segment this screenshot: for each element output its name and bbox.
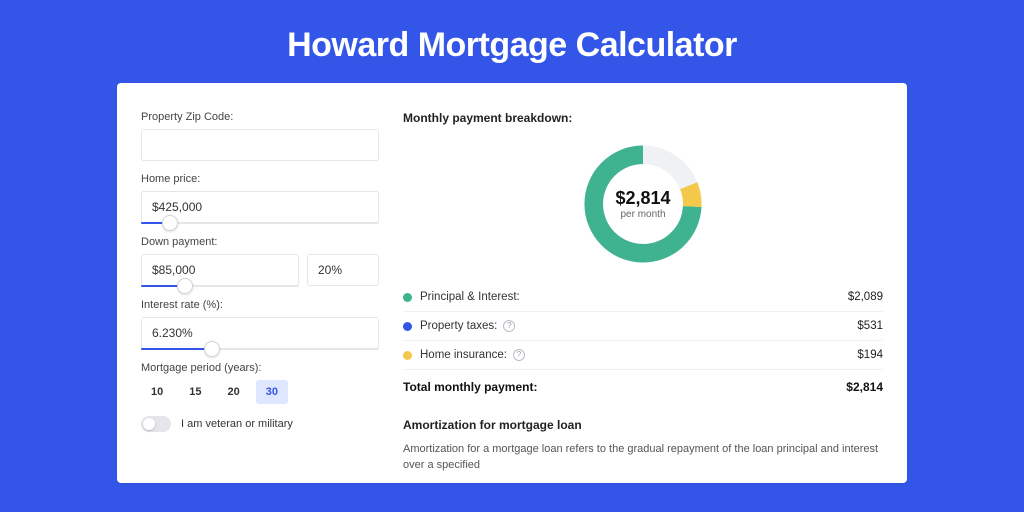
interest-slider[interactable] xyxy=(141,348,379,350)
breakdown-list: Principal & Interest: $2,089 Property ta… xyxy=(403,283,883,408)
page-header: Howard Mortgage Calculator xyxy=(0,0,1024,83)
veteran-toggle[interactable] xyxy=(141,416,171,432)
results-panel: Monthly payment breakdown: $2,814 per mo… xyxy=(403,111,883,483)
home-price-slider-thumb[interactable] xyxy=(163,216,177,230)
donut-chart: $2,814 per month xyxy=(403,139,883,269)
total-value: $2,814 xyxy=(846,380,883,394)
donut-center-sub: per month xyxy=(615,209,670,220)
home-price-label: Home price: xyxy=(141,173,379,185)
info-icon[interactable]: ? xyxy=(513,349,525,361)
total-label: Total monthly payment: xyxy=(403,380,846,394)
home-price-input[interactable] xyxy=(141,191,379,223)
interest-slider-fill xyxy=(141,348,212,350)
down-payment-label: Down payment: xyxy=(141,236,379,248)
veteran-label: I am veteran or military xyxy=(181,418,293,430)
breakdown-title: Monthly payment breakdown: xyxy=(403,111,883,125)
dot-principal xyxy=(403,293,412,302)
amortization-body: Amortization for a mortgage loan refers … xyxy=(403,442,883,474)
period-label: Mortgage period (years): xyxy=(141,362,379,374)
row-principal: Principal & Interest: $2,089 xyxy=(403,283,883,312)
row-insurance: Home insurance: ? $194 xyxy=(403,341,883,370)
page-title: Howard Mortgage Calculator xyxy=(0,26,1024,65)
donut-center: $2,814 per month xyxy=(615,188,670,220)
row-taxes: Property taxes: ? $531 xyxy=(403,312,883,341)
home-price-slider[interactable] xyxy=(141,222,379,224)
amortization-title: Amortization for mortgage loan xyxy=(403,418,883,432)
calculator-card: Property Zip Code: Home price: Down paym… xyxy=(117,83,907,483)
dot-taxes xyxy=(403,322,412,331)
down-payment-field: Down payment: xyxy=(141,236,379,287)
home-price-field: Home price: xyxy=(141,173,379,224)
down-payment-percent-input[interactable] xyxy=(307,254,379,286)
zip-field: Property Zip Code: xyxy=(141,111,379,161)
zip-input[interactable] xyxy=(141,129,379,161)
down-payment-slider-thumb[interactable] xyxy=(178,279,192,293)
row-principal-label: Principal & Interest: xyxy=(420,291,848,303)
period-30[interactable]: 30 xyxy=(256,380,288,404)
period-20[interactable]: 20 xyxy=(218,380,250,404)
row-taxes-label: Property taxes: ? xyxy=(420,320,857,332)
donut-center-value: $2,814 xyxy=(615,188,670,209)
row-principal-value: $2,089 xyxy=(848,291,883,303)
form-panel: Property Zip Code: Home price: Down paym… xyxy=(141,111,379,483)
interest-input[interactable] xyxy=(141,317,379,349)
interest-label: Interest rate (%): xyxy=(141,299,379,311)
period-field: Mortgage period (years): 10 15 20 30 xyxy=(141,362,379,404)
interest-field: Interest rate (%): xyxy=(141,299,379,350)
row-total: Total monthly payment: $2,814 xyxy=(403,370,883,408)
period-10[interactable]: 10 xyxy=(141,380,173,404)
row-insurance-label: Home insurance: ? xyxy=(420,349,857,361)
period-15[interactable]: 15 xyxy=(179,380,211,404)
period-options: 10 15 20 30 xyxy=(141,380,379,404)
down-payment-amount-input[interactable] xyxy=(141,254,299,286)
amortization-section: Amortization for mortgage loan Amortizat… xyxy=(403,418,883,474)
interest-slider-thumb[interactable] xyxy=(205,342,219,356)
dot-insurance xyxy=(403,351,412,360)
row-taxes-value: $531 xyxy=(857,320,883,332)
zip-label: Property Zip Code: xyxy=(141,111,379,123)
veteran-row: I am veteran or military xyxy=(141,416,379,432)
info-icon[interactable]: ? xyxy=(503,320,515,332)
down-payment-slider[interactable] xyxy=(141,285,299,287)
row-insurance-value: $194 xyxy=(857,349,883,361)
